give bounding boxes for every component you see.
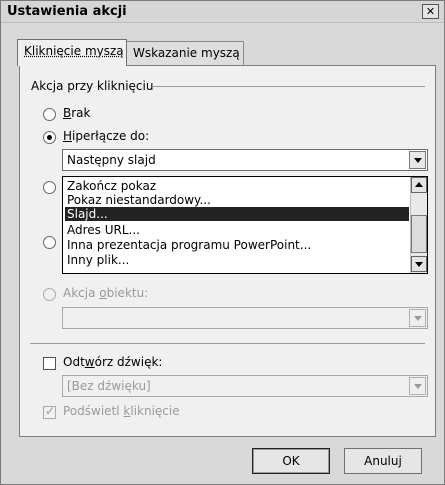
dialog-title: Ustawienia akcji [7, 4, 127, 19]
list-item[interactable]: Adres URL... [65, 223, 409, 237]
play-sound-label: Odtwórz dźwięk: [63, 355, 163, 369]
tab-mouse-click[interactable]: Kliknięcie myszą [17, 39, 127, 66]
radio-object-action[interactable] [43, 288, 56, 301]
scroll-thumb[interactable] [411, 215, 427, 253]
group-divider [151, 86, 425, 87]
list-scrollbar[interactable] [410, 177, 427, 273]
play-sound-checkbox[interactable] [43, 357, 56, 370]
radio-hyperlink[interactable] [43, 131, 56, 144]
title-bar: Ustawienia akcji ✕ [1, 1, 444, 23]
list-item[interactable]: Inna prezentacja programu PowerPoint... [65, 238, 409, 252]
close-icon: ✕ [425, 5, 436, 18]
click-action-group-label: Akcja przy kliknięciu [31, 79, 154, 93]
list-item[interactable]: Pokaz niestandardowy... [65, 193, 409, 207]
ok-button[interactable]: OK [252, 448, 330, 474]
sound-dropdown-value: [Bez dźwięku] [67, 379, 151, 393]
separator [30, 343, 425, 344]
radio-object-action-label: Akcja obiektu: [63, 286, 149, 300]
list-item[interactable]: Inny plik... [65, 253, 409, 267]
highlight-click-label: Podświetl kliknięcie [63, 404, 180, 418]
hyperlink-dropdown-list[interactable]: Zakończ pokaz Pokaz niestandardowy... Sl… [62, 176, 428, 274]
highlight-click-checkbox[interactable] [43, 404, 56, 419]
radio-run-macro[interactable] [43, 236, 56, 249]
chevron-down-icon[interactable] [409, 377, 426, 395]
hyperlink-dropdown-value: Następny slajd [67, 153, 156, 167]
scroll-down-icon[interactable] [411, 256, 427, 272]
sound-dropdown[interactable]: [Bez dźwięku] [62, 375, 428, 397]
chevron-down-icon[interactable] [409, 151, 426, 169]
hyperlink-dropdown[interactable]: Następny slajd [62, 149, 428, 171]
tab-panel: Akcja przy kliknięciu Brak Hiperłącze do… [19, 65, 436, 437]
radio-none-label: Brak [63, 106, 91, 120]
object-action-dropdown[interactable] [62, 307, 428, 329]
action-settings-dialog: Ustawienia akcji ✕ Kliknięcie myszą Wska… [0, 0, 445, 485]
radio-hyperlink-label: Hiperłącze do: [63, 129, 150, 143]
close-button[interactable]: ✕ [422, 4, 439, 19]
list-item-selected[interactable]: Slajd... [65, 207, 409, 221]
tab-mouse-over-label: Wskazanie myszą [133, 46, 240, 60]
chevron-down-icon[interactable] [409, 309, 426, 327]
tab-mouse-over[interactable]: Wskazanie myszą [126, 41, 244, 65]
radio-run-program[interactable] [43, 181, 56, 194]
list-item[interactable]: Zakończ pokaz [65, 179, 409, 193]
tab-mouse-click-label: Kliknięcie myszą [24, 44, 124, 58]
cancel-button[interactable]: Anuluj [344, 448, 422, 474]
radio-none[interactable] [43, 108, 56, 121]
scroll-up-icon[interactable] [411, 177, 427, 193]
